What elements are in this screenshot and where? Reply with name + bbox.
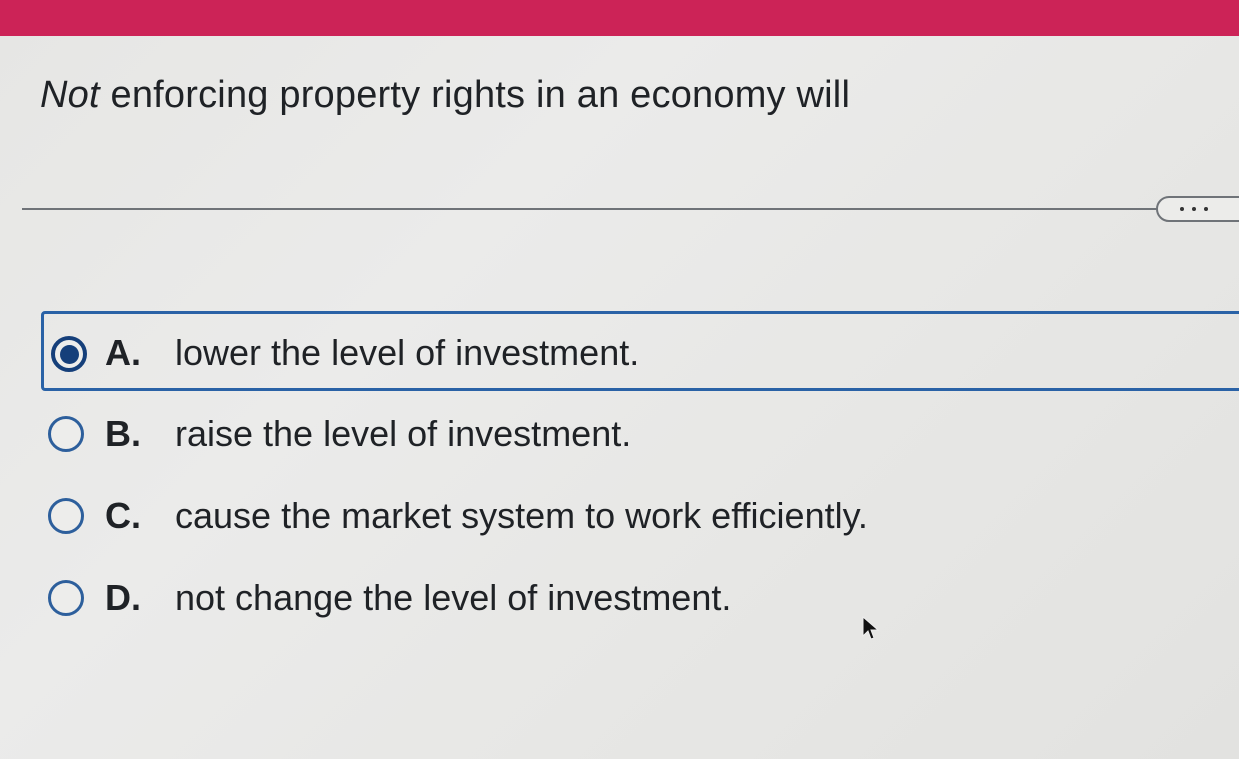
answer-option-b[interactable]: B. raise the level of investment. [46,410,746,460]
answer-option-c[interactable]: C. cause the market system to work effic… [46,492,946,542]
radio-button-a[interactable] [51,336,87,372]
option-letter-a: A. [105,332,141,373]
option-letter-b: B. [105,413,141,454]
radio-button-b[interactable] [48,416,84,452]
option-text-a: lower the level of investment. [175,332,640,373]
ellipsis-icon [1180,207,1184,211]
radio-button-c[interactable] [48,498,84,534]
more-options-button[interactable] [1156,196,1239,222]
mouse-pointer-icon [862,616,880,640]
question-rest: enforcing property rights in an economy … [99,74,851,116]
header-bar [0,0,1239,36]
option-text-d: not change the level of investment. [175,577,732,618]
answer-option-d[interactable]: D. not change the level of investment. [46,574,846,624]
ellipsis-icon [1192,207,1196,211]
radio-button-d[interactable] [48,580,84,616]
answer-option-a[interactable]: A. lower the level of investment. [41,311,1239,391]
question-text: Not enforcing property rights in an econ… [40,74,850,117]
divider [22,208,1162,210]
option-text-c: cause the market system to work efficien… [175,495,868,536]
option-text-b: raise the level of investment. [175,413,632,454]
question-emphasis: Not [40,74,100,116]
ellipsis-icon [1204,207,1208,211]
option-letter-c: C. [105,495,141,536]
option-letter-d: D. [105,577,141,618]
